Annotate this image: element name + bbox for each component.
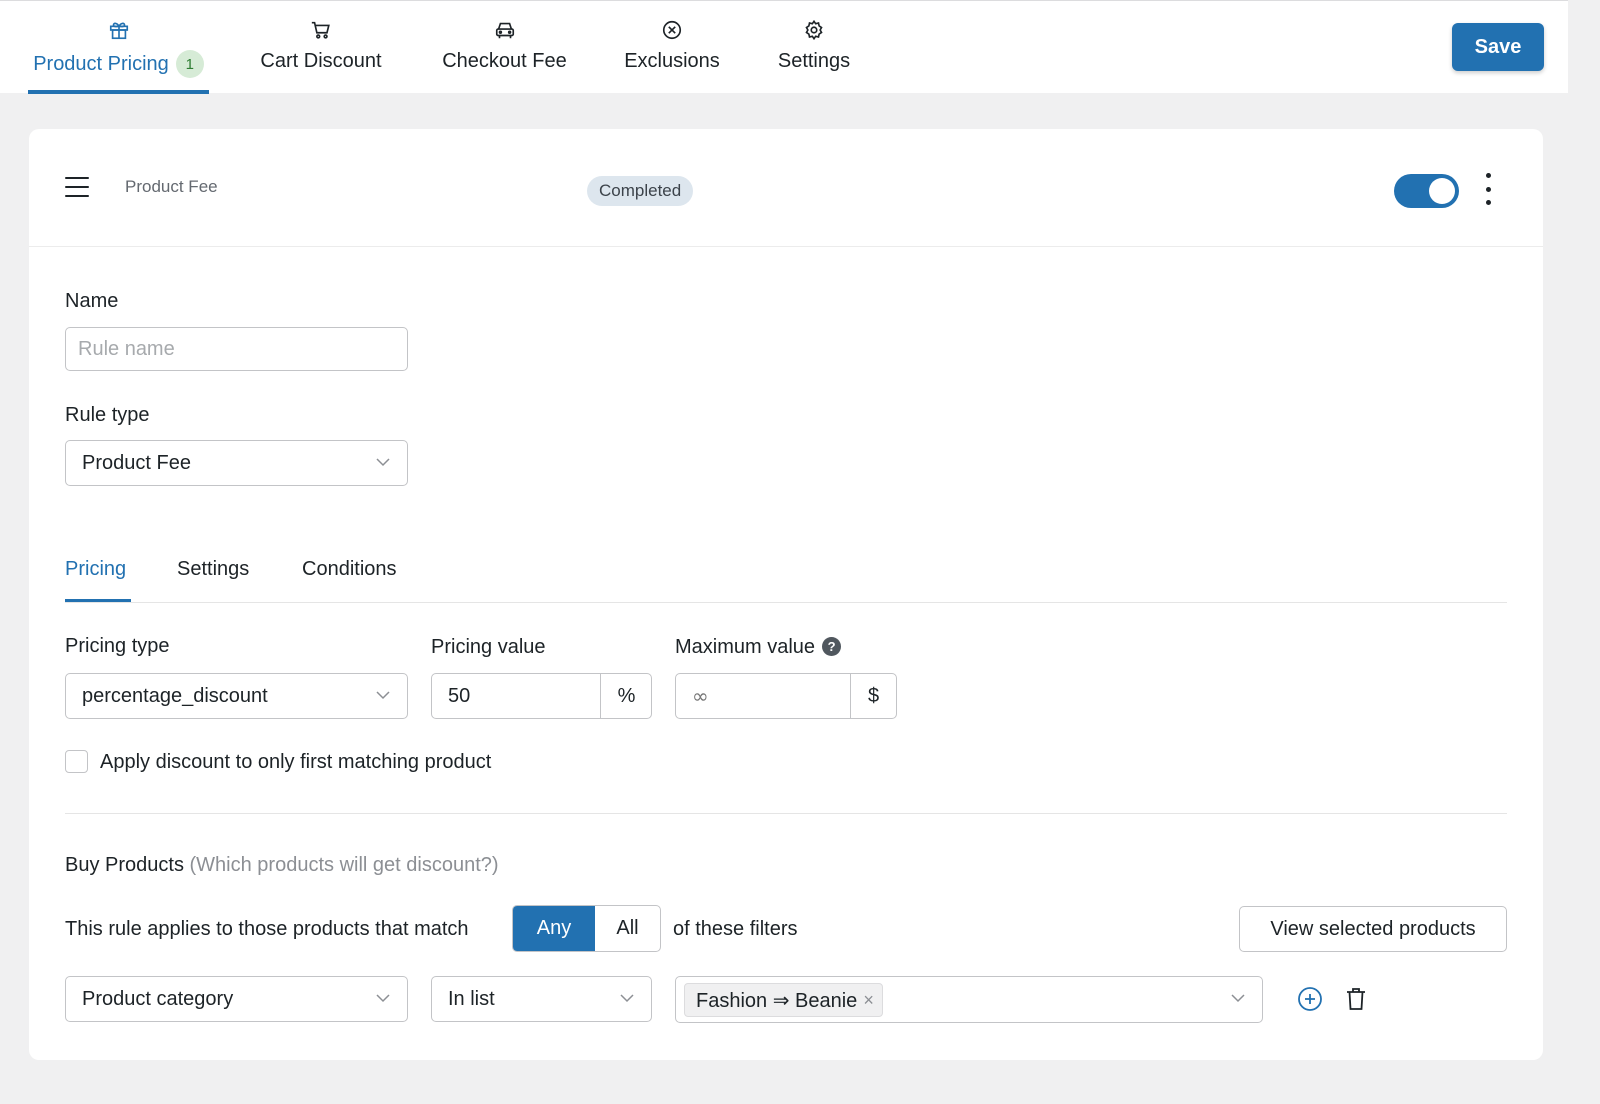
percent-unit: %	[600, 674, 652, 718]
buy-products-heading: Buy Products (Which products will get di…	[65, 854, 499, 876]
chevron-down-icon	[376, 994, 390, 1003]
drag-handle-icon[interactable]	[65, 177, 89, 197]
section-divider	[65, 813, 1507, 814]
tab-cart-discount[interactable]: Cart Discount	[256, 19, 386, 94]
filter-operator-value: In list	[448, 987, 495, 1010]
match-suffix-text: of these filters	[673, 918, 798, 940]
view-selected-products-button[interactable]: View selected products	[1239, 906, 1507, 952]
pricing-type-label: Pricing type	[65, 635, 170, 657]
tab-label: Settings	[777, 50, 851, 72]
top-nav-bar: Product Pricing 1 Cart Discount Checkout …	[0, 0, 1568, 94]
pricing-value-label: Pricing value	[431, 636, 546, 658]
tab-label: Cart Discount	[260, 50, 382, 72]
rule-card: Product Fee Completed Name Rule type Pro…	[29, 129, 1543, 1060]
maximum-value-input[interactable]	[676, 674, 850, 718]
tag-label: Fashion ⇒ Beanie	[696, 989, 858, 1012]
rule-type-value: Product Fee	[82, 451, 191, 474]
rule-name-input[interactable]	[65, 327, 408, 371]
cart-icon	[310, 19, 332, 41]
filter-operator-select[interactable]: In list	[431, 976, 652, 1022]
delete-filter-icon[interactable]	[1343, 986, 1369, 1012]
status-badge: Completed	[587, 176, 694, 206]
maximum-value-label: Maximum value?	[675, 636, 842, 659]
rule-type-label: Rule type	[65, 404, 150, 426]
match-all-button[interactable]: All	[595, 906, 660, 951]
save-button[interactable]: Save	[1452, 23, 1544, 71]
remove-tag-icon[interactable]: ×	[863, 990, 874, 1011]
currency-unit: $	[850, 674, 896, 718]
tab-checkout-fee[interactable]: Checkout Fee	[439, 19, 570, 94]
pricing-type-select[interactable]: percentage_discount	[65, 673, 408, 719]
tab-settings[interactable]: Settings	[775, 19, 853, 94]
chevron-down-icon	[376, 691, 390, 700]
rule-title: Product Fee	[125, 177, 218, 196]
maximum-value-group: $	[675, 673, 897, 719]
first-match-checkbox[interactable]	[65, 750, 88, 773]
subtab-settings[interactable]: Settings	[177, 558, 249, 581]
pricing-type-value: percentage_discount	[82, 684, 268, 707]
gear-icon	[803, 19, 825, 41]
chevron-down-icon	[376, 458, 390, 467]
filter-field-select[interactable]: Product category	[65, 976, 408, 1022]
tab-exclusions[interactable]: Exclusions	[622, 19, 722, 94]
filter-field-value: Product category	[82, 987, 234, 1010]
tab-label: Product Pricing	[33, 52, 169, 75]
rule-card-header: Product Fee Completed	[29, 129, 1543, 247]
buy-products-hint: (Which products will get discount?)	[189, 854, 499, 876]
filter-values-select[interactable]: Fashion ⇒ Beanie ×	[675, 976, 1263, 1023]
rule-type-select[interactable]: Product Fee	[65, 440, 408, 486]
rule-enabled-toggle[interactable]	[1394, 174, 1459, 208]
tab-label: Exclusions	[624, 50, 720, 72]
car-icon	[494, 19, 516, 41]
chevron-down-icon	[620, 994, 634, 1003]
subtab-divider	[65, 602, 1507, 603]
match-prefix-text: This rule applies to those products that…	[65, 918, 469, 940]
add-filter-icon[interactable]	[1297, 986, 1323, 1012]
more-options-icon[interactable]	[1481, 173, 1495, 205]
selected-tag: Fashion ⇒ Beanie ×	[684, 983, 883, 1017]
match-mode-toggle: Any All	[512, 905, 661, 952]
tab-product-pricing[interactable]: Product Pricing 1	[28, 19, 209, 94]
chevron-down-icon	[1231, 994, 1245, 1003]
first-match-label: Apply discount to only first matching pr…	[100, 751, 492, 773]
pricing-value-group: %	[431, 673, 652, 719]
tab-label: Checkout Fee	[442, 50, 567, 72]
gift-icon	[108, 19, 130, 41]
match-any-button[interactable]: Any	[513, 906, 595, 951]
subtab-pricing[interactable]: Pricing	[65, 558, 126, 581]
count-badge: 1	[175, 50, 204, 78]
x-circle-icon	[661, 19, 683, 41]
subtab-conditions[interactable]: Conditions	[302, 558, 397, 581]
name-label: Name	[65, 290, 119, 312]
pricing-value-input[interactable]	[432, 674, 600, 718]
help-icon[interactable]: ?	[822, 637, 842, 656]
